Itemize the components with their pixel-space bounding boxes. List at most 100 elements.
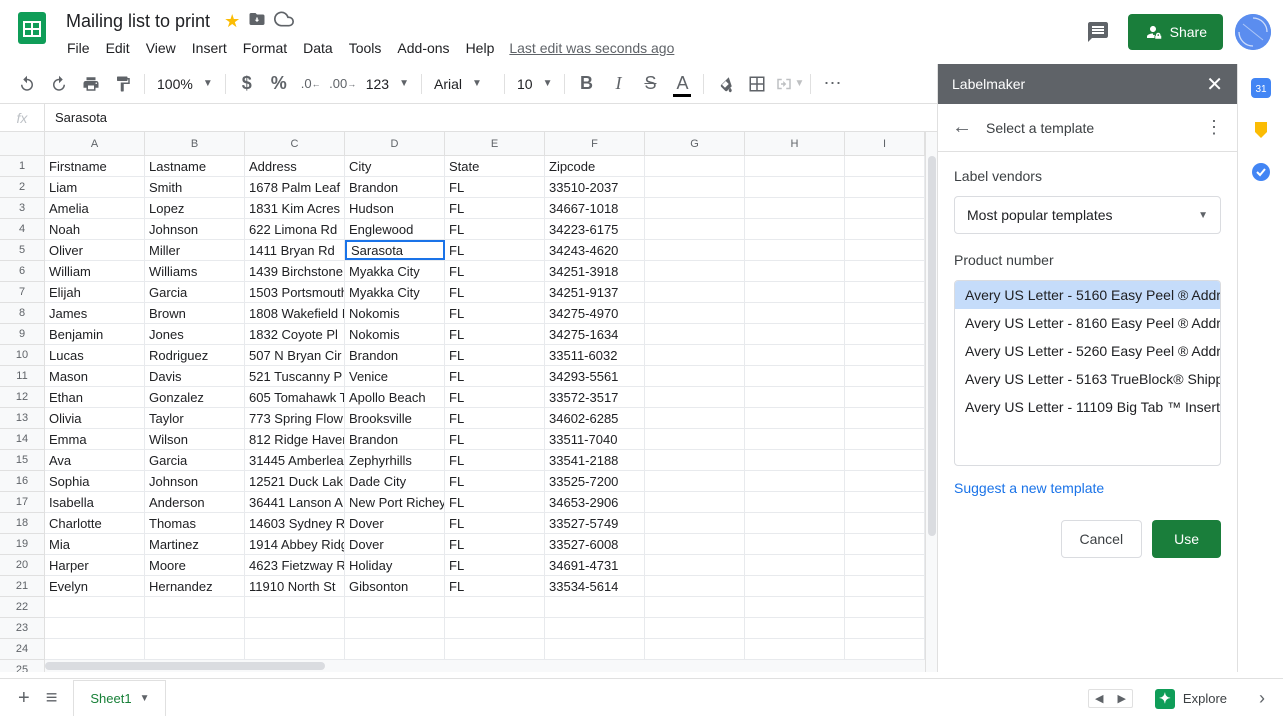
- cell[interactable]: [745, 198, 845, 218]
- cell[interactable]: Smith: [145, 177, 245, 197]
- cell[interactable]: Thomas: [145, 513, 245, 533]
- cell[interactable]: FL: [445, 177, 545, 197]
- cell[interactable]: Apollo Beach: [345, 387, 445, 407]
- cell[interactable]: [645, 408, 745, 428]
- menu-view[interactable]: View: [139, 36, 183, 60]
- number-format-dropdown[interactable]: 123▼: [360, 72, 415, 96]
- col-head-I[interactable]: I: [845, 132, 925, 155]
- cell[interactable]: 1439 Birchstone: [245, 261, 345, 281]
- cell[interactable]: 31445 Amberlea: [245, 450, 345, 470]
- cell[interactable]: 812 Ridge Haven: [245, 429, 345, 449]
- cell[interactable]: Harper: [45, 555, 145, 575]
- comments-icon[interactable]: [1080, 14, 1116, 50]
- font-size-dropdown[interactable]: 10▼: [511, 72, 558, 96]
- cell[interactable]: 33527-6008: [545, 534, 645, 554]
- cell[interactable]: Johnson: [145, 219, 245, 239]
- cell[interactable]: [645, 576, 745, 596]
- more-vert-icon[interactable]: ⋮: [1205, 117, 1223, 138]
- cell[interactable]: Anderson: [145, 492, 245, 512]
- cell[interactable]: [845, 513, 925, 533]
- cell[interactable]: [645, 324, 745, 344]
- cell[interactable]: 34602-6285: [545, 408, 645, 428]
- col-head-D[interactable]: D: [345, 132, 445, 155]
- product-item[interactable]: Avery US Letter - 5260 Easy Peel ® Addre: [955, 337, 1220, 365]
- cell[interactable]: 34691-4731: [545, 555, 645, 575]
- cell[interactable]: [745, 639, 845, 659]
- row-head-22[interactable]: 22: [0, 597, 44, 618]
- cell[interactable]: [645, 597, 745, 617]
- col-head-C[interactable]: C: [245, 132, 345, 155]
- cell[interactable]: Gonzalez: [145, 387, 245, 407]
- cell[interactable]: Garcia: [145, 450, 245, 470]
- cell[interactable]: Martinez: [145, 534, 245, 554]
- currency-icon[interactable]: $: [232, 69, 262, 99]
- row-head-16[interactable]: 16: [0, 471, 44, 492]
- cell[interactable]: 34223-6175: [545, 219, 645, 239]
- row-head-20[interactable]: 20: [0, 555, 44, 576]
- merge-cells-icon[interactable]: ▼: [774, 69, 804, 99]
- row-head-7[interactable]: 7: [0, 282, 44, 303]
- cell[interactable]: [645, 471, 745, 491]
- cell[interactable]: [745, 240, 845, 260]
- decrease-decimal-icon[interactable]: .0←: [296, 69, 326, 99]
- cell[interactable]: 622 Limona Rd: [245, 219, 345, 239]
- cell[interactable]: [745, 408, 845, 428]
- add-sheet-icon[interactable]: +: [18, 687, 30, 710]
- cell[interactable]: Moore: [145, 555, 245, 575]
- cell[interactable]: 1831 Kim Acres: [245, 198, 345, 218]
- cell[interactable]: Hudson: [345, 198, 445, 218]
- cell[interactable]: [645, 156, 745, 176]
- cell[interactable]: [845, 219, 925, 239]
- cell[interactable]: FL: [445, 513, 545, 533]
- cell[interactable]: [645, 282, 745, 302]
- cell[interactable]: [645, 345, 745, 365]
- cell[interactable]: [645, 177, 745, 197]
- cell[interactable]: 34653-2906: [545, 492, 645, 512]
- cell[interactable]: Wilson: [145, 429, 245, 449]
- row-head-4[interactable]: 4: [0, 219, 44, 240]
- cell[interactable]: [845, 429, 925, 449]
- cell[interactable]: [845, 492, 925, 512]
- sheet-nav-left-icon[interactable]: ◀: [1089, 690, 1109, 707]
- cell[interactable]: [645, 450, 745, 470]
- cell[interactable]: [545, 618, 645, 638]
- menu-file[interactable]: File: [60, 36, 97, 60]
- cell[interactable]: Noah: [45, 219, 145, 239]
- cell[interactable]: [645, 555, 745, 575]
- cell[interactable]: Elijah: [45, 282, 145, 302]
- row-head-14[interactable]: 14: [0, 429, 44, 450]
- cell[interactable]: Nokomis: [345, 324, 445, 344]
- cell[interactable]: [645, 618, 745, 638]
- cell[interactable]: FL: [445, 240, 545, 260]
- col-head-A[interactable]: A: [45, 132, 145, 155]
- col-head-G[interactable]: G: [645, 132, 745, 155]
- cell[interactable]: [745, 429, 845, 449]
- cell[interactable]: [45, 597, 145, 617]
- use-button[interactable]: Use: [1152, 520, 1221, 558]
- cell[interactable]: [845, 534, 925, 554]
- cell[interactable]: 34251-9137: [545, 282, 645, 302]
- back-arrow-icon[interactable]: ←: [952, 116, 972, 139]
- cell[interactable]: FL: [445, 576, 545, 596]
- cell[interactable]: Dade City: [345, 471, 445, 491]
- cell[interactable]: 1411 Bryan Rd: [245, 240, 345, 260]
- col-head-E[interactable]: E: [445, 132, 545, 155]
- horizontal-scrollbar[interactable]: [45, 660, 925, 672]
- cancel-button[interactable]: Cancel: [1061, 520, 1143, 558]
- cell[interactable]: [145, 639, 245, 659]
- suggest-template-link[interactable]: Suggest a new template: [954, 480, 1221, 496]
- cell[interactable]: 33527-5749: [545, 513, 645, 533]
- cell[interactable]: FL: [445, 282, 545, 302]
- cell[interactable]: Mia: [45, 534, 145, 554]
- cell[interactable]: Holiday: [345, 555, 445, 575]
- cell[interactable]: [745, 156, 845, 176]
- cell[interactable]: 773 Spring Flow: [245, 408, 345, 428]
- cell[interactable]: 33511-6032: [545, 345, 645, 365]
- cell[interactable]: [845, 576, 925, 596]
- cell[interactable]: FL: [445, 198, 545, 218]
- cell[interactable]: 11910 North St: [245, 576, 345, 596]
- cell[interactable]: 34243-4620: [545, 240, 645, 260]
- cell[interactable]: Garcia: [145, 282, 245, 302]
- redo-icon[interactable]: [44, 69, 74, 99]
- cell[interactable]: [645, 219, 745, 239]
